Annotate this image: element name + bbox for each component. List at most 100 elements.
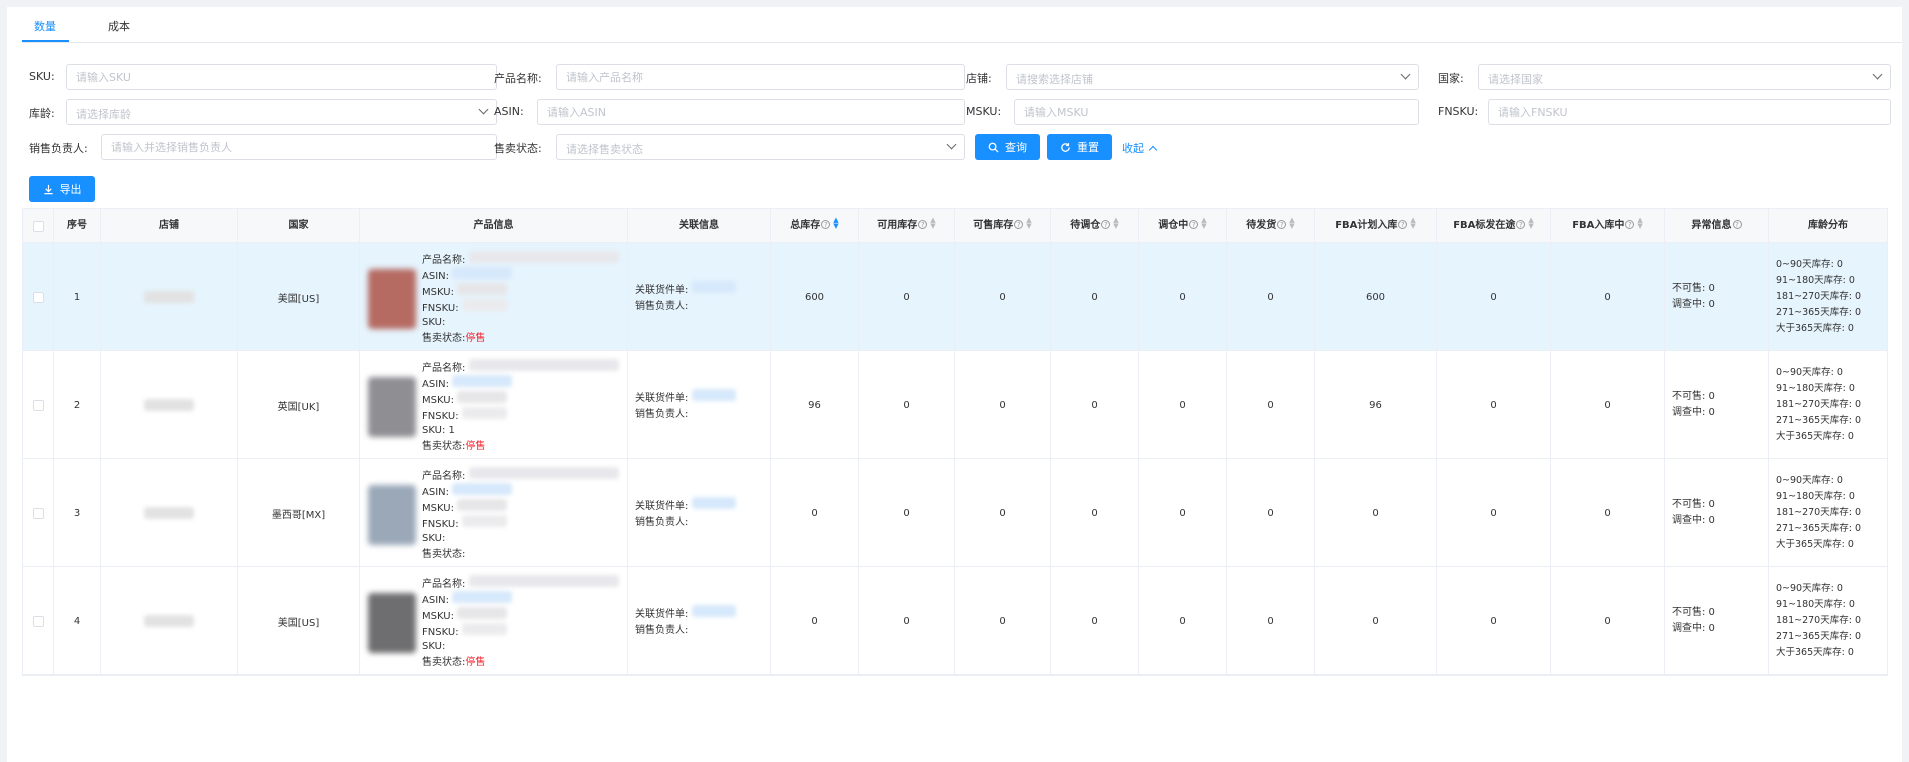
- age-bucket: 大于365天库存: 0: [1776, 539, 1854, 550]
- header-fba-planned[interactable]: FBA计划入库 ?▲ ▼: [1315, 209, 1437, 243]
- help-icon: ?: [918, 220, 928, 229]
- collapse-link[interactable]: 收起: [1122, 140, 1158, 156]
- sales-owner-input[interactable]: [101, 134, 497, 160]
- redacted-store: [144, 615, 194, 627]
- pending-ship-cell: 0: [1227, 459, 1315, 567]
- collapse-label: 收起: [1122, 142, 1144, 155]
- product-cell: 产品名称: ASIN: MSKU: FNSKU: SKU: 售卖状态:: [360, 459, 628, 567]
- table-row[interactable]: 1 美国[US] 产品名称: ASIN: MSKU: FNSKU: SKU: 售卖状态…: [23, 243, 1887, 351]
- header-pending-ship[interactable]: 待发货 ?▲ ▼: [1227, 209, 1315, 243]
- age-dist-cell: 0~90天库存: 0 91~180天库存: 0 181~270天库存: 0 271~3…: [1769, 459, 1887, 567]
- index-cell: 1: [54, 243, 101, 351]
- row-checkbox[interactable]: [32, 399, 44, 411]
- tab-cost[interactable]: 成本: [108, 18, 130, 34]
- index-cell: 2: [54, 351, 101, 459]
- fnsku-input[interactable]: [1488, 99, 1891, 125]
- header-pending-transfer[interactable]: 待调仓 ?▲ ▼: [1051, 209, 1139, 243]
- total-cell: 600: [771, 243, 859, 351]
- available-cell: 0: [859, 459, 955, 567]
- redacted-text: [461, 515, 507, 527]
- redacted-link[interactable]: [691, 605, 736, 617]
- product-thumbnail: [368, 485, 416, 545]
- stock-age-placeholder: 请选择库龄: [76, 108, 131, 121]
- header-transferring-label: 调仓中: [1158, 220, 1189, 231]
- fba-planned-cell: 0: [1315, 567, 1437, 675]
- fba-planned-cell: 0: [1315, 459, 1437, 567]
- age-dist-cell: 0~90天库存: 0 91~180天库存: 0 181~270天库存: 0 271~3…: [1769, 567, 1887, 675]
- inventory-table: 序号 店铺 国家 产品信息 关联信息 总库存 ?▲ ▼ 可用库存 ?▲ ▼ 可售库存 ?▲…: [22, 208, 1888, 676]
- redacted-link[interactable]: [691, 281, 736, 293]
- query-button[interactable]: 查询: [975, 134, 1040, 160]
- select-all-checkbox[interactable]: [32, 220, 44, 232]
- row-checkbox[interactable]: [32, 291, 44, 303]
- product-info: 产品名称: ASIN: MSKU: FNSKU: SKU: 售卖状态:停售: [422, 575, 619, 671]
- investigating-text: 调查中: 0: [1672, 623, 1715, 634]
- related-owner-label: 销售负责人:: [635, 517, 689, 528]
- index-cell: 4: [54, 567, 101, 675]
- asin-input[interactable]: [537, 99, 965, 125]
- country-select[interactable]: 请选择国家: [1478, 64, 1891, 90]
- fba-receiving-cell: 0: [1551, 567, 1665, 675]
- msku-input[interactable]: [1014, 99, 1419, 125]
- sellable-cell: 0: [955, 459, 1051, 567]
- age-bucket: 91~180天库存: 0: [1776, 599, 1855, 610]
- transferring-cell: 0: [1139, 459, 1227, 567]
- reset-button[interactable]: 重置: [1047, 134, 1112, 160]
- header-transferring[interactable]: 调仓中 ?▲ ▼: [1139, 209, 1227, 243]
- chevron-down-icon: [1400, 69, 1411, 80]
- available-cell: 0: [859, 243, 955, 351]
- download-icon: [43, 184, 53, 194]
- redacted-link[interactable]: [691, 497, 736, 509]
- asin-label: ASIN:: [422, 271, 449, 282]
- product-name-label: 产品名称:: [422, 255, 466, 266]
- header-fba-receiving-label: FBA入库中: [1572, 220, 1625, 231]
- sale-status-select[interactable]: 请选择售卖状态: [556, 134, 965, 160]
- sellable-cell: 0: [955, 351, 1051, 459]
- product-name-input[interactable]: [556, 64, 965, 90]
- active-tab-indicator: [22, 40, 69, 42]
- export-button[interactable]: 导出: [29, 176, 95, 202]
- store-placeholder: 请搜索选择店铺: [1016, 73, 1093, 86]
- country-placeholder: 请选择国家: [1488, 73, 1543, 86]
- header-fba-in-transit[interactable]: FBA标发在途 ?▲ ▼: [1437, 209, 1551, 243]
- header-total-stock[interactable]: 总库存 ?▲ ▼: [771, 209, 859, 243]
- status-value: 停售: [465, 657, 486, 668]
- reset-label: 重置: [1077, 141, 1099, 154]
- row-checkbox[interactable]: [32, 615, 44, 627]
- filter-row-3: 销售负责人: 售卖状态: 请选择售卖状态 查询 重置 收起: [22, 134, 1902, 160]
- msku-label: MSKU:: [422, 503, 454, 514]
- tab-quantity[interactable]: 数量: [34, 18, 56, 34]
- related-owner-label: 销售负责人:: [635, 409, 689, 420]
- total-cell: 96: [771, 351, 859, 459]
- query-label: 查询: [1005, 141, 1027, 154]
- header-sellable[interactable]: 可售库存 ?▲ ▼: [955, 209, 1051, 243]
- sort-icon: ▲ ▼: [1201, 216, 1207, 230]
- sku-input[interactable]: [66, 64, 497, 90]
- status-label: 售卖状态:: [422, 333, 466, 344]
- header-available[interactable]: 可用库存 ?▲ ▼: [859, 209, 955, 243]
- help-icon: ?: [1014, 220, 1024, 229]
- table-row[interactable]: 3 墨西哥[MX] 产品名称: ASIN: MSKU: FNSKU: SKU: 售卖状…: [23, 459, 1887, 567]
- transferring-cell: 0: [1139, 243, 1227, 351]
- header-store: 店铺: [101, 209, 238, 243]
- transferring-cell: 0: [1139, 567, 1227, 675]
- age-bucket: 大于365天库存: 0: [1776, 323, 1854, 334]
- help-icon: ?: [1398, 220, 1408, 229]
- age-bucket: 271~365天库存: 0: [1776, 415, 1861, 426]
- chevron-up-icon: [1148, 145, 1158, 155]
- product-info: 产品名称: ASIN: MSKU: FNSKU: SKU: 售卖状态:停售: [422, 251, 619, 347]
- help-icon: ?: [1277, 220, 1287, 229]
- export-label: 导出: [59, 183, 82, 196]
- header-fba-receiving[interactable]: FBA入库中 ?▲ ▼: [1551, 209, 1665, 243]
- index-cell: 3: [54, 459, 101, 567]
- msku-label: MSKU:: [422, 611, 454, 622]
- pending-transfer-cell: 0: [1051, 243, 1139, 351]
- table-row[interactable]: 2 英国[UK] 产品名称: ASIN: MSKU: FNSKU: SKU: 1 售卖…: [23, 351, 1887, 459]
- sort-icon: ▲ ▼: [1528, 216, 1534, 230]
- redacted-link[interactable]: [691, 389, 736, 401]
- stock-age-select[interactable]: 请选择库龄: [66, 99, 497, 125]
- product-cell: 产品名称: ASIN: MSKU: FNSKU: SKU: 1 售卖状态:停售: [360, 351, 628, 459]
- table-row[interactable]: 4 美国[US] 产品名称: ASIN: MSKU: FNSKU: SKU: 售卖状态…: [23, 567, 1887, 675]
- row-checkbox[interactable]: [32, 507, 44, 519]
- store-select[interactable]: 请搜索选择店铺: [1006, 64, 1419, 90]
